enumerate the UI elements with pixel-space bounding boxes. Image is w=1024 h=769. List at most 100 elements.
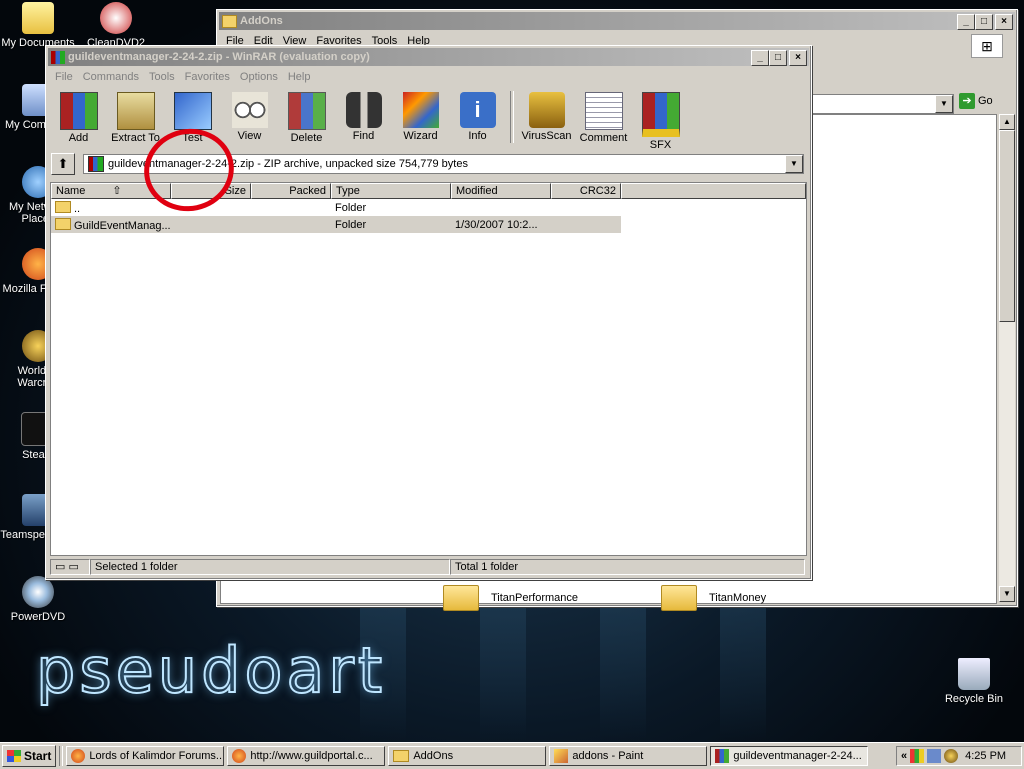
- winrar-menubar: File Commands Tools Favorites Options He…: [46, 68, 811, 86]
- test-icon: [173, 92, 212, 130]
- start-button[interactable]: Start: [2, 745, 57, 767]
- vertical-scrollbar[interactable]: ▲ ▼: [999, 114, 1015, 602]
- task-firefox-forums[interactable]: Lords of Kalimdor Forums...: [66, 746, 225, 766]
- scroll-thumb[interactable]: [999, 130, 1015, 322]
- info-button[interactable]: i Info: [449, 88, 506, 146]
- virusscan-button[interactable]: VirusScan: [518, 88, 575, 146]
- cell-name: GuildEventManag...: [51, 217, 171, 232]
- close-button[interactable]: ×: [789, 50, 807, 66]
- minimize-button[interactable]: _: [957, 14, 975, 30]
- tool-label: Comment: [579, 132, 628, 144]
- folder-item[interactable]: TitanPerformance: [443, 585, 578, 611]
- folder-icon: [222, 14, 237, 28]
- menu-file[interactable]: File: [50, 71, 78, 83]
- window-title: guildeventmanager-2-24-2.zip - WinRAR (e…: [68, 51, 370, 63]
- folder-label: TitanMoney: [709, 592, 767, 604]
- virusscan-icon: [528, 92, 565, 128]
- maximize-button[interactable]: □: [769, 50, 787, 66]
- chevron-down-icon[interactable]: ▼: [935, 95, 953, 113]
- firefox-icon: [71, 749, 86, 763]
- task-winrar[interactable]: guildeventmanager-2-24...: [710, 746, 869, 766]
- folder-item[interactable]: TitanMoney: [661, 585, 766, 611]
- winrar-app-icon: [715, 749, 730, 763]
- drive-status-icon[interactable]: ▭ ▭: [50, 559, 90, 575]
- tray-wow-icon[interactable]: [944, 749, 959, 763]
- find-button[interactable]: Find: [335, 88, 392, 146]
- tool-label: SFX: [649, 139, 672, 151]
- folder-icon: [22, 2, 54, 34]
- go-arrow-icon: ➔: [959, 93, 975, 109]
- minimize-button[interactable]: _: [751, 50, 769, 66]
- tool-label: Add: [68, 132, 89, 144]
- extract-to-button[interactable]: Extract To: [107, 88, 164, 146]
- list-header: Name ⇧ Size Packed Type Modified CRC32: [51, 183, 806, 199]
- list-item[interactable]: .. Folder: [51, 199, 806, 216]
- view-button[interactable]: View: [221, 88, 278, 146]
- scroll-down-button[interactable]: ▼: [999, 586, 1015, 602]
- sfx-icon: [641, 92, 680, 137]
- taskbar-separator: [59, 746, 64, 766]
- taskbar: Start Lords of Kalimdor Forums... http:/…: [0, 742, 1024, 769]
- column-type[interactable]: Type: [331, 183, 451, 199]
- addons-titlebar[interactable]: AddOns _ □ ×: [219, 12, 1015, 30]
- list-item-selected[interactable]: GuildEventManag... Folder 1/30/2007 10:2…: [51, 216, 621, 233]
- desktop-icon-recycle-bin[interactable]: Recycle Bin: [936, 658, 1012, 705]
- comment-icon: [584, 92, 623, 130]
- column-name[interactable]: Name ⇧: [51, 183, 171, 199]
- path-combo[interactable]: guildeventmanager-2-24-2.zip - ZIP archi…: [83, 154, 804, 174]
- task-firefox-guildportal[interactable]: http://www.guildportal.c...: [227, 746, 386, 766]
- go-button[interactable]: ➔ Go: [959, 93, 993, 109]
- add-archive-icon: [59, 92, 98, 130]
- test-button[interactable]: Test: [164, 88, 221, 146]
- close-button[interactable]: ×: [995, 14, 1013, 30]
- tool-label: Delete: [290, 132, 323, 144]
- sfx-button[interactable]: SFX: [632, 88, 689, 151]
- cell-name: ..: [51, 200, 171, 215]
- folder-icon: [55, 200, 71, 213]
- menu-commands[interactable]: Commands: [78, 71, 144, 83]
- task-paint[interactable]: addons - Paint: [549, 746, 708, 766]
- menu-help[interactable]: Help: [283, 71, 316, 83]
- windows-logo-icon: ⊞: [971, 34, 1003, 58]
- task-label: AddOns: [413, 750, 454, 762]
- tool-label: Test: [182, 132, 203, 144]
- chevron-down-icon[interactable]: ▼: [785, 155, 803, 173]
- column-packed[interactable]: Packed: [251, 183, 331, 199]
- winrar-window[interactable]: guildeventmanager-2-24-2.zip - WinRAR (e…: [45, 45, 812, 580]
- tray-expand-button[interactable]: «: [901, 750, 907, 762]
- menu-tools[interactable]: Tools: [144, 71, 180, 83]
- scroll-up-button[interactable]: ▲: [999, 114, 1015, 130]
- comment-button[interactable]: Comment: [575, 88, 632, 146]
- toolbar-separator: [510, 91, 514, 143]
- task-label: addons - Paint: [572, 750, 644, 762]
- wizard-icon: [402, 92, 439, 128]
- tool-label: Wizard: [403, 130, 438, 142]
- desktop-icon-cleandvd[interactable]: CleanDVD2: [78, 2, 154, 49]
- file-list[interactable]: Name ⇧ Size Packed Type Modified CRC32 .…: [50, 182, 807, 556]
- desktop-icon-my-documents[interactable]: My Documents: [0, 2, 76, 49]
- paint-icon: [554, 749, 569, 763]
- wizard-button[interactable]: Wizard: [392, 88, 449, 146]
- task-addons-folder[interactable]: AddOns: [388, 746, 547, 766]
- column-modified[interactable]: Modified: [451, 183, 551, 199]
- folder-icon: [661, 585, 697, 611]
- clock[interactable]: 4:25 PM: [965, 750, 1006, 762]
- menu-favorites[interactable]: Favorites: [180, 71, 235, 83]
- tray-app-icon[interactable]: [910, 749, 925, 763]
- path-bar: ⬆ guildeventmanager-2-24-2.zip - ZIP arc…: [51, 152, 804, 176]
- winrar-titlebar[interactable]: guildeventmanager-2-24-2.zip - WinRAR (e…: [48, 48, 809, 66]
- column-size[interactable]: Size: [171, 183, 251, 199]
- column-filler: [621, 183, 806, 199]
- column-crc32[interactable]: CRC32: [551, 183, 621, 199]
- archive-path: guildeventmanager-2-24-2.zip - ZIP archi…: [108, 158, 468, 170]
- address-combo[interactable]: ▼: [812, 94, 954, 114]
- up-folder-button[interactable]: ⬆: [51, 153, 75, 175]
- add-button[interactable]: Add: [50, 88, 107, 146]
- maximize-button[interactable]: □: [975, 14, 993, 30]
- recycle-bin-icon: [958, 658, 990, 690]
- network-status-icon[interactable]: [927, 749, 942, 763]
- delete-button[interactable]: Delete: [278, 88, 335, 146]
- cell-text: GuildEventManag...: [74, 219, 171, 232]
- menu-options[interactable]: Options: [235, 71, 283, 83]
- desktop-icon-powerdvd[interactable]: PowerDVD: [0, 576, 76, 623]
